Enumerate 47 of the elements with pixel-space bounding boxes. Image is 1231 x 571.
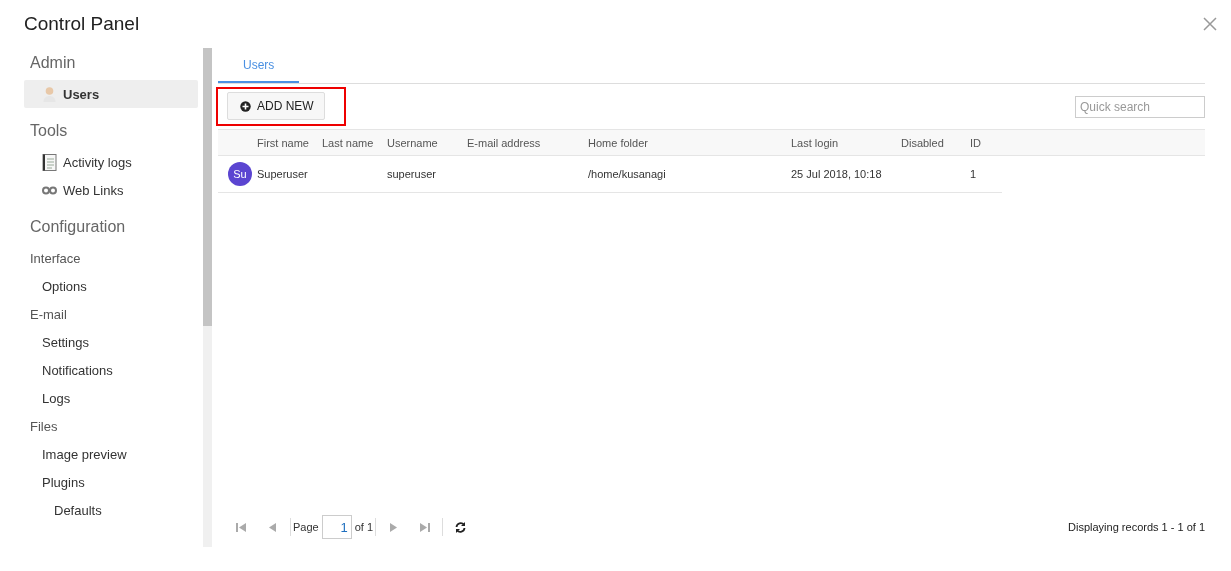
table-cell: /home/kusanagi: [588, 168, 666, 180]
column-header[interactable]: Disabled: [901, 136, 944, 149]
sidebar-item[interactable]: Settings: [24, 328, 89, 356]
sidebar-group[interactable]: Interface: [24, 244, 81, 272]
page-count: of 1: [354, 521, 374, 533]
column-header[interactable]: Home folder: [588, 136, 648, 149]
sidebar-item[interactable]: Plugins: [24, 468, 85, 496]
search-field[interactable]: Quick search: [1075, 95, 1205, 118]
page-label: Page: [293, 521, 319, 533]
sidebar-item[interactable]: Options: [24, 272, 87, 300]
page-field[interactable]: 1: [321, 515, 352, 539]
first-page-icon[interactable]: [235, 520, 248, 534]
notebook-icon: [42, 153, 57, 171]
sidebar-item[interactable]: Activity logs: [24, 148, 132, 176]
column-header[interactable]: First name: [257, 136, 309, 149]
table-cell: Superuser: [257, 168, 308, 180]
sidebar-item[interactable]: Users: [24, 80, 198, 108]
sidebar-item[interactable]: Image preview: [24, 440, 127, 468]
avatar: Su: [228, 162, 252, 186]
sidebar-group[interactable]: E-mail: [24, 300, 67, 328]
column-header[interactable]: Username: [387, 136, 438, 149]
refresh-icon[interactable]: [454, 520, 468, 534]
column-header[interactable]: ID: [970, 136, 981, 149]
section-heading: Tools: [30, 122, 68, 139]
section-heading: Configuration: [30, 218, 126, 235]
scrollbar[interactable]: [203, 48, 212, 547]
sidebar-item[interactable]: Logs: [24, 384, 71, 412]
sidebar-item[interactable]: Defaults: [24, 496, 102, 524]
column-header[interactable]: Last name: [322, 136, 374, 149]
sidebar-group[interactable]: Files: [24, 412, 58, 440]
prev-icon[interactable]: [266, 520, 279, 534]
table-cell: 1: [970, 168, 977, 180]
section-heading: Admin: [30, 54, 76, 71]
user-icon: [42, 85, 57, 103]
records-status: Displaying records 1 - 1 of 1: [1068, 521, 1205, 533]
plus-circle-icon: [240, 100, 251, 112]
close-icon[interactable]: [1203, 17, 1217, 31]
column-header[interactable]: Last login: [791, 136, 839, 149]
column-header[interactable]: E-mail address: [467, 136, 541, 149]
sidebar-item[interactable]: Notifications: [24, 356, 113, 384]
chain-icon: [42, 185, 57, 195]
last-page-icon[interactable]: [418, 520, 432, 534]
window-title: Control Panel: [24, 13, 140, 35]
table-cell: 25 Jul 2018, 10:18: [791, 168, 882, 180]
table-cell: superuser: [387, 168, 436, 180]
add-new-button[interactable]: ADD NEW: [227, 92, 325, 120]
sidebar-item[interactable]: Web Links: [24, 176, 124, 204]
